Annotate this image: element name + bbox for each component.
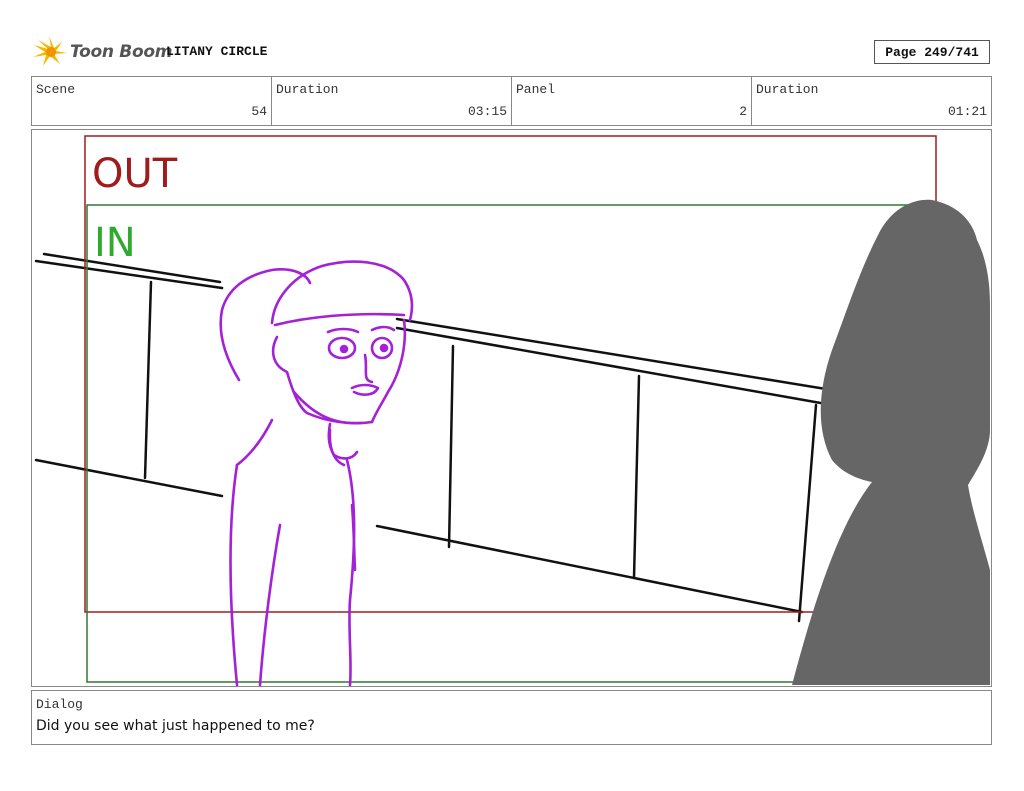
project-title: LITANY CIRCLE (166, 44, 268, 59)
character-sketch (219, 260, 414, 686)
toon-boom-star-icon (33, 36, 67, 66)
in-label: IN (94, 220, 136, 266)
in-frame (86, 204, 939, 683)
panel-cell: Panel 2 (512, 77, 752, 125)
panel-duration-value: 01:21 (947, 104, 987, 119)
scene-duration-value: 03:15 (467, 104, 507, 119)
scene-duration-label: Duration (276, 82, 339, 97)
panel-value: 2 (739, 104, 747, 119)
toon-boom-logo: Toon Boom (32, 36, 172, 68)
shadow-silhouette (792, 199, 990, 685)
dialog-box: Dialog Did you see what just happened to… (31, 690, 992, 745)
info-row: Scene 54 Duration 03:15 Panel 2 Duration… (31, 76, 992, 126)
background-rails (34, 252, 834, 623)
storyboard-panel: OUT IN (31, 129, 992, 687)
scene-duration-cell: Duration 03:15 (272, 77, 512, 125)
dialog-label: Dialog (36, 697, 83, 712)
panel-label: Panel (516, 82, 556, 97)
logo-text: Toon Boom (70, 42, 173, 62)
scene-cell: Scene 54 (32, 77, 272, 125)
page-indicator: Page 249/741 (874, 40, 990, 64)
scene-label: Scene (36, 82, 76, 97)
panel-drawing: OUT IN (34, 135, 990, 686)
scene-value: 54 (251, 104, 267, 119)
out-label: OUT (92, 151, 178, 197)
panel-duration-label: Duration (756, 82, 819, 97)
out-frame (84, 135, 937, 613)
dialog-text: Did you see what just happened to me? (36, 718, 315, 734)
panel-duration-cell: Duration 01:21 (752, 77, 991, 125)
